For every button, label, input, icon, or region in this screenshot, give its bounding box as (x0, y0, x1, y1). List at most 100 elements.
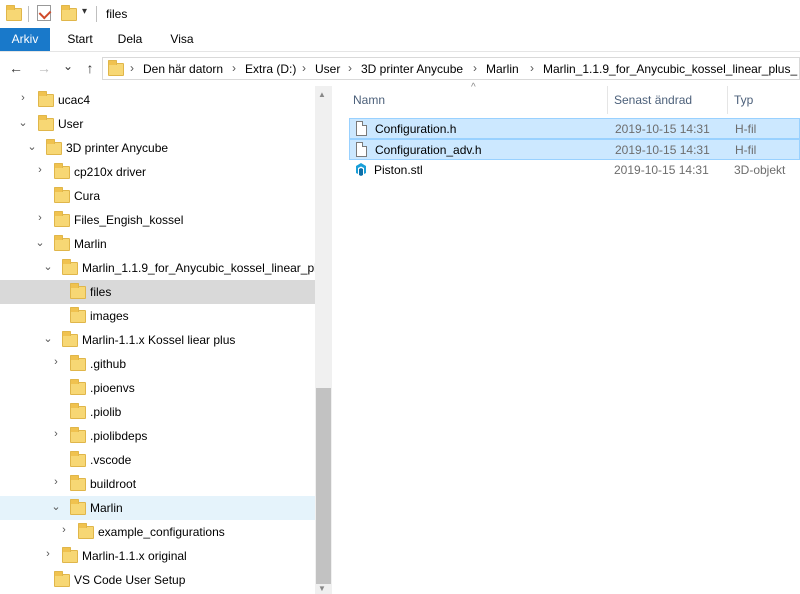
tree-item-marlin-1-1-x-original[interactable]: › Marlin-1.1.x original (0, 544, 315, 568)
scroll-down-icon[interactable]: ▼ (318, 584, 326, 593)
tree-item-vscode[interactable]: .vscode (0, 448, 315, 472)
folder-icon (54, 211, 70, 227)
tree-item-cura[interactable]: Cura (0, 184, 315, 208)
back-icon[interactable]: ← (6, 60, 26, 76)
up-icon[interactable]: ↑ (80, 60, 100, 76)
file-row-configuration-h[interactable]: Configuration.h 2019-10-15 14:31 H-fil (349, 118, 800, 139)
tab-start[interactable]: Start (60, 28, 100, 51)
file-row-piston-stl[interactable]: Piston.stl 2019-10-15 14:31 3D-objekt (349, 160, 800, 181)
tree-item-github[interactable]: › .github (0, 352, 315, 376)
tree-item-buildroot[interactable]: › buildroot (0, 472, 315, 496)
customize-quick-access-icon[interactable]: ▾ (82, 6, 87, 17)
chevron-down-icon[interactable]: ⌄ (27, 140, 37, 153)
tree-item-label: .github (90, 357, 127, 371)
chevron-down-icon[interactable]: ⌄ (18, 116, 28, 129)
tree-item-label: Cura (74, 189, 101, 203)
tree-item-marlin[interactable]: ⌄ Marlin (0, 232, 315, 256)
breadcrumb-separator[interactable]: › (130, 61, 134, 75)
tree-item-label: Marlin (90, 501, 123, 515)
properties-icon[interactable] (37, 5, 52, 21)
folder-icon (46, 139, 62, 155)
3d-object-icon (356, 163, 366, 176)
tree-item-ucac4[interactable]: › ucac4 (0, 88, 315, 112)
tree-item-marlin-sub[interactable]: ⌄ Marlin (0, 496, 315, 520)
tree-item-label: .pioenvs (90, 381, 135, 395)
title-bar: ▾ files (0, 0, 800, 28)
file-date: 2019-10-15 14:31 (615, 122, 710, 136)
chevron-down-icon[interactable]: ⌄ (35, 236, 45, 249)
breadcrumb-user[interactable]: User (315, 62, 340, 76)
folder-icon (54, 571, 70, 587)
tree-item-vs-code-user-setup[interactable]: VS Code User Setup (0, 568, 315, 592)
breadcrumb-current-folder[interactable]: Marlin_1.1.9_for_Anycubic_kossel_linear_… (543, 62, 799, 76)
tree-item-marlin-1-1-9[interactable]: ⌄ Marlin_1.1.9_for_Anycubic_kossel_linea… (0, 256, 315, 280)
tree-item-files[interactable]: files (0, 280, 315, 304)
folder-icon (70, 283, 86, 299)
breadcrumb-marlin[interactable]: Marlin (486, 62, 519, 76)
tree-item-files-engish-kossel[interactable]: › Files_Engish_kossel (0, 208, 315, 232)
chevron-right-icon[interactable]: › (51, 476, 61, 488)
file-type: H-fil (735, 143, 757, 157)
chevron-right-icon[interactable]: › (59, 524, 69, 536)
tab-arkiv[interactable]: Arkiv (0, 28, 50, 51)
chevron-right-icon[interactable]: › (43, 548, 53, 560)
folder-icon (62, 331, 78, 347)
tab-dela[interactable]: Dela (112, 28, 148, 51)
breadcrumb-separator[interactable]: › (232, 61, 236, 75)
forward-icon[interactable]: → (34, 60, 54, 76)
column-header-name[interactable]: Namn (353, 93, 385, 107)
tree-item-label: .piolibdeps (90, 429, 148, 443)
tree-item-label: ucac4 (58, 93, 91, 107)
new-folder-icon[interactable] (61, 5, 77, 21)
folder-icon (70, 499, 86, 515)
chevron-down-icon[interactable]: ⌄ (51, 500, 61, 513)
tree-item-cp210x-driver[interactable]: › cp210x driver (0, 160, 315, 184)
scroll-up-icon[interactable]: ▲ (318, 90, 326, 99)
tree-item-3d-printer-anycube[interactable]: ⌄ 3D printer Anycube (0, 136, 315, 160)
breadcrumb-den-har-datorn[interactable]: Den här datorn (143, 62, 223, 76)
chevron-right-icon[interactable]: › (51, 356, 61, 368)
document-icon (356, 142, 367, 157)
breadcrumb-separator[interactable]: › (348, 61, 352, 75)
folder-icon (70, 427, 86, 443)
tree-item-piolibdeps[interactable]: › .piolibdeps (0, 424, 315, 448)
folder-icon (54, 235, 70, 251)
chevron-down-icon[interactable]: ⌄ (43, 260, 53, 273)
document-icon (356, 121, 367, 136)
tree-item-label: Marlin-1.1.x original (82, 549, 187, 563)
tree-item-piolib[interactable]: .piolib (0, 400, 315, 424)
recent-locations-icon[interactable]: ⌄ (58, 59, 78, 73)
tree-item-marlin-1-1-x-kossel[interactable]: ⌄ Marlin-1.1.x Kossel liear plus (0, 328, 315, 352)
column-header-type[interactable]: Typ (734, 93, 753, 107)
navigation-pane: › ucac4 ⌄ User ⌄ 3D printer Anycube › cp… (0, 86, 315, 594)
folder-icon (70, 307, 86, 323)
breadcrumb-separator[interactable]: › (302, 61, 306, 75)
chevron-right-icon[interactable]: › (18, 92, 28, 104)
breadcrumb-3d-printer-anycube[interactable]: 3D printer Anycube (361, 62, 463, 76)
column-divider[interactable] (607, 86, 608, 114)
scrollbar-thumb[interactable] (316, 388, 331, 584)
tree-item-images[interactable]: images (0, 304, 315, 328)
file-name: Configuration.h (375, 122, 457, 136)
breadcrumb-extra-d[interactable]: Extra (D:) (245, 62, 296, 76)
column-divider[interactable] (727, 86, 728, 114)
folder-icon (38, 91, 54, 107)
breadcrumb-separator[interactable]: › (473, 61, 477, 75)
chevron-right-icon[interactable]: › (51, 428, 61, 440)
tree-item-user[interactable]: ⌄ User (0, 112, 315, 136)
tree-item-label: images (90, 309, 129, 323)
tree-item-example-configurations[interactable]: › example_configurations (0, 520, 315, 544)
column-header-date[interactable]: Senast ändrad (614, 93, 692, 107)
folder-icon (6, 5, 22, 21)
file-date: 2019-10-15 14:31 (614, 163, 709, 177)
tree-item-pioenvs[interactable]: .pioenvs (0, 376, 315, 400)
chevron-down-icon[interactable]: ⌄ (43, 332, 53, 345)
folder-icon (54, 187, 70, 203)
chevron-right-icon[interactable]: › (35, 164, 45, 176)
tab-visa[interactable]: Visa (164, 28, 200, 51)
file-row-configuration-adv-h[interactable]: Configuration_adv.h 2019-10-15 14:31 H-f… (349, 139, 800, 160)
tree-item-label: files (90, 285, 112, 299)
breadcrumb-separator[interactable]: › (530, 61, 534, 75)
chevron-right-icon[interactable]: › (35, 212, 45, 224)
tree-item-label: VS Code User Setup (74, 573, 186, 587)
